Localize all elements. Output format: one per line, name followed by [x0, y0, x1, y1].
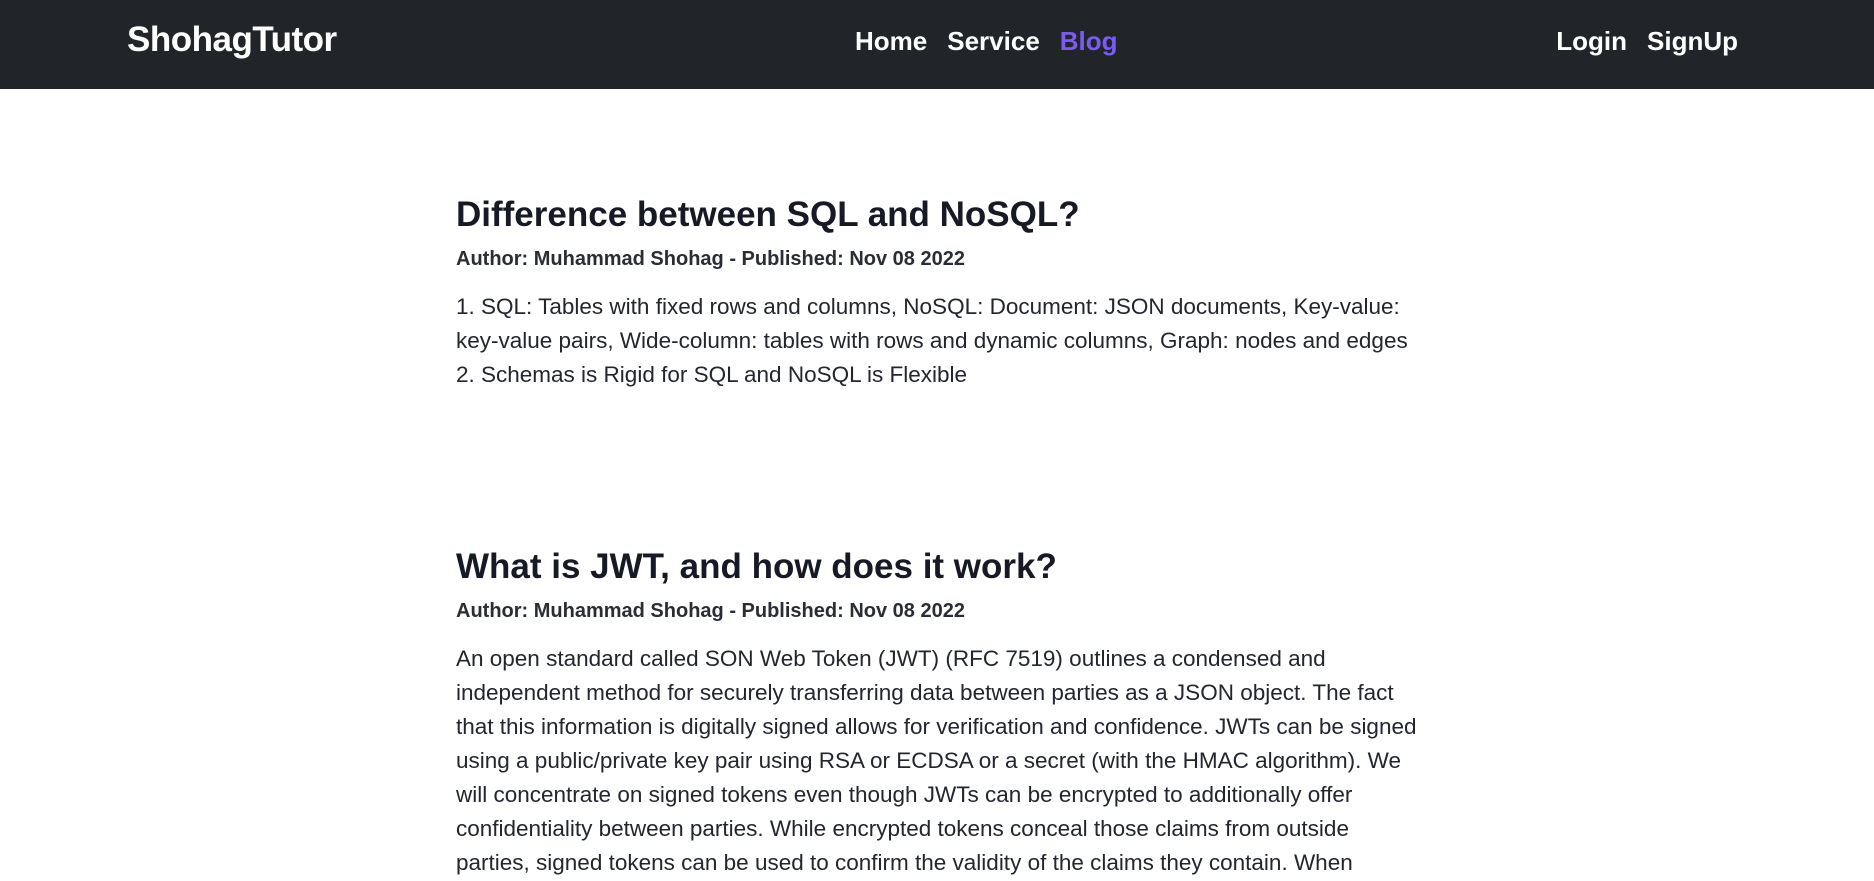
blog-post: Difference between SQL and NoSQL? Author… — [456, 194, 1422, 392]
brand-logo[interactable]: ShohagTutor — [127, 20, 337, 60]
post-body: 1. SQL: Tables with fixed rows and colum… — [456, 294, 1408, 387]
main-nav: Home Service Blog — [855, 26, 1118, 57]
post-title: Difference between SQL and NoSQL? — [456, 195, 1080, 234]
post-meta: Author: Muhammad Shohag - Published: Nov… — [456, 248, 965, 270]
top-navbar: ShohagTutor Home Service Blog Login Sign… — [0, 0, 1874, 89]
auth-nav: Login SignUp — [1556, 26, 1738, 57]
nav-home[interactable]: Home — [855, 26, 927, 57]
post-meta: Author: Muhammad Shohag - Published: Nov… — [456, 600, 965, 622]
post-title: What is JWT, and how does it work? — [456, 547, 1057, 586]
signup-link[interactable]: SignUp — [1647, 26, 1738, 57]
blog-post: What is JWT, and how does it work? Autho… — [456, 546, 1422, 880]
nav-blog[interactable]: Blog — [1060, 26, 1118, 57]
login-link[interactable]: Login — [1556, 26, 1627, 57]
post-body: An open standard called SON Web Token (J… — [456, 646, 1417, 875]
nav-service[interactable]: Service — [947, 26, 1040, 57]
